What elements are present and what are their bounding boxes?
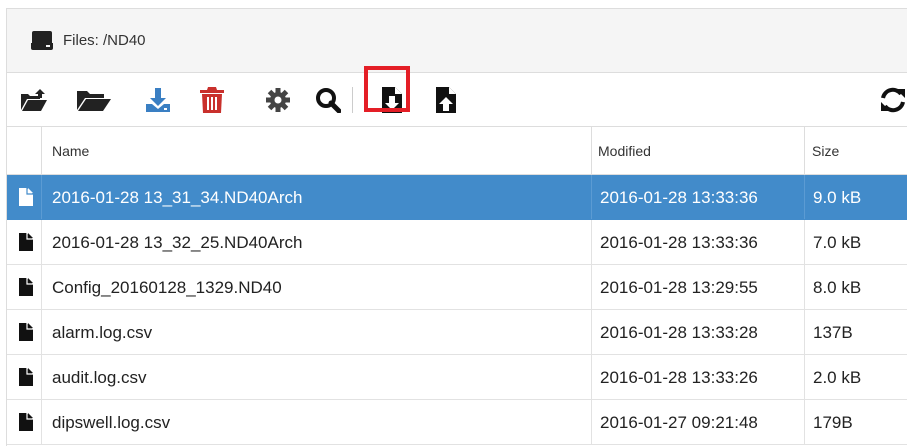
- file-size: 9.0 kB: [813, 187, 862, 207]
- file-modified: 2016-01-28 13:33:36: [600, 232, 758, 252]
- file-name[interactable]: dipswell.log.csv: [52, 400, 170, 445]
- search-icon: [316, 88, 341, 113]
- refresh-button[interactable]: [879, 73, 907, 127]
- file-name[interactable]: audit.log.csv: [52, 355, 147, 400]
- highlight-box: [364, 66, 410, 112]
- table-row[interactable]: Config_20160128_1329.ND40 2016-01-28 13:2…: [7, 265, 907, 310]
- table-header: Name Modified Size: [7, 127, 907, 175]
- settings-button[interactable]: [263, 73, 293, 127]
- upload-folder-button[interactable]: [19, 73, 49, 127]
- file-modified: 2016-01-28 13:29:55: [600, 277, 758, 297]
- file-upload-button[interactable]: [433, 73, 459, 127]
- file-modified: 2016-01-28 13:33:28: [600, 322, 758, 342]
- download-icon: [146, 88, 170, 112]
- open-folder-button[interactable]: [75, 73, 113, 127]
- file-icon: [19, 233, 33, 251]
- file-size: 7.0 kB: [813, 232, 862, 252]
- file-size: 8.0 kB: [813, 277, 862, 297]
- toolbar-divider: [352, 87, 353, 113]
- file-name[interactable]: alarm.log.csv: [52, 310, 152, 355]
- table-row[interactable]: audit.log.csv 2016-01-28 13:33:26 2.0 kB: [7, 355, 907, 400]
- open-folder-icon: [77, 91, 111, 111]
- file-table: Name Modified Size 2016-01-28 13_31_34.N…: [7, 127, 907, 445]
- file-size: 2.0 kB: [813, 367, 862, 387]
- file-icon: [19, 368, 33, 386]
- file-name[interactable]: Config_20160128_1329.ND40: [52, 265, 282, 310]
- file-icon: [19, 323, 33, 341]
- file-icon: [19, 413, 33, 431]
- delete-icon: [200, 87, 224, 113]
- file-icon: [19, 188, 33, 206]
- column-header-modified[interactable]: Modified: [598, 127, 651, 175]
- settings-gear-icon: [266, 88, 290, 112]
- upload-folder-icon: [21, 89, 47, 111]
- column-header-size[interactable]: Size: [812, 127, 839, 175]
- hdd-icon: [31, 30, 53, 51]
- file-modified: 2016-01-28 13:33:26: [600, 367, 758, 387]
- file-name[interactable]: 2016-01-28 13_32_25.ND40Arch: [52, 220, 302, 265]
- refresh-icon: [881, 87, 905, 113]
- file-size: 179B: [813, 412, 853, 432]
- table-row[interactable]: alarm.log.csv 2016-01-28 13:33:28 137B: [7, 310, 907, 355]
- file-size: 137B: [813, 322, 853, 342]
- page-title: Files: /ND40: [63, 32, 146, 49]
- column-header-name[interactable]: Name: [52, 127, 89, 175]
- download-button[interactable]: [143, 73, 173, 127]
- file-name[interactable]: 2016-01-28 13_31_34.ND40Arch: [52, 175, 302, 220]
- file-browser-panel: Files: /ND40 Name Modified Size 2016-01-…: [6, 8, 907, 446]
- table-row[interactable]: 2016-01-28 13_32_25.ND40Arch 2016-01-28 1…: [7, 220, 907, 265]
- table-row[interactable]: dipswell.log.csv 2016-01-27 09:21:48 179B: [7, 400, 907, 445]
- toolbar: [7, 73, 907, 127]
- file-upload-icon: [436, 87, 456, 113]
- file-icon: [19, 278, 33, 296]
- file-modified: 2016-01-27 09:21:48: [600, 412, 758, 432]
- panel-header: Files: /ND40: [7, 9, 907, 73]
- search-button[interactable]: [313, 73, 343, 127]
- delete-button[interactable]: [197, 73, 227, 127]
- table-row[interactable]: 2016-01-28 13_31_34.ND40Arch 2016-01-28 1…: [7, 175, 907, 220]
- file-modified: 2016-01-28 13:33:36: [600, 187, 758, 207]
